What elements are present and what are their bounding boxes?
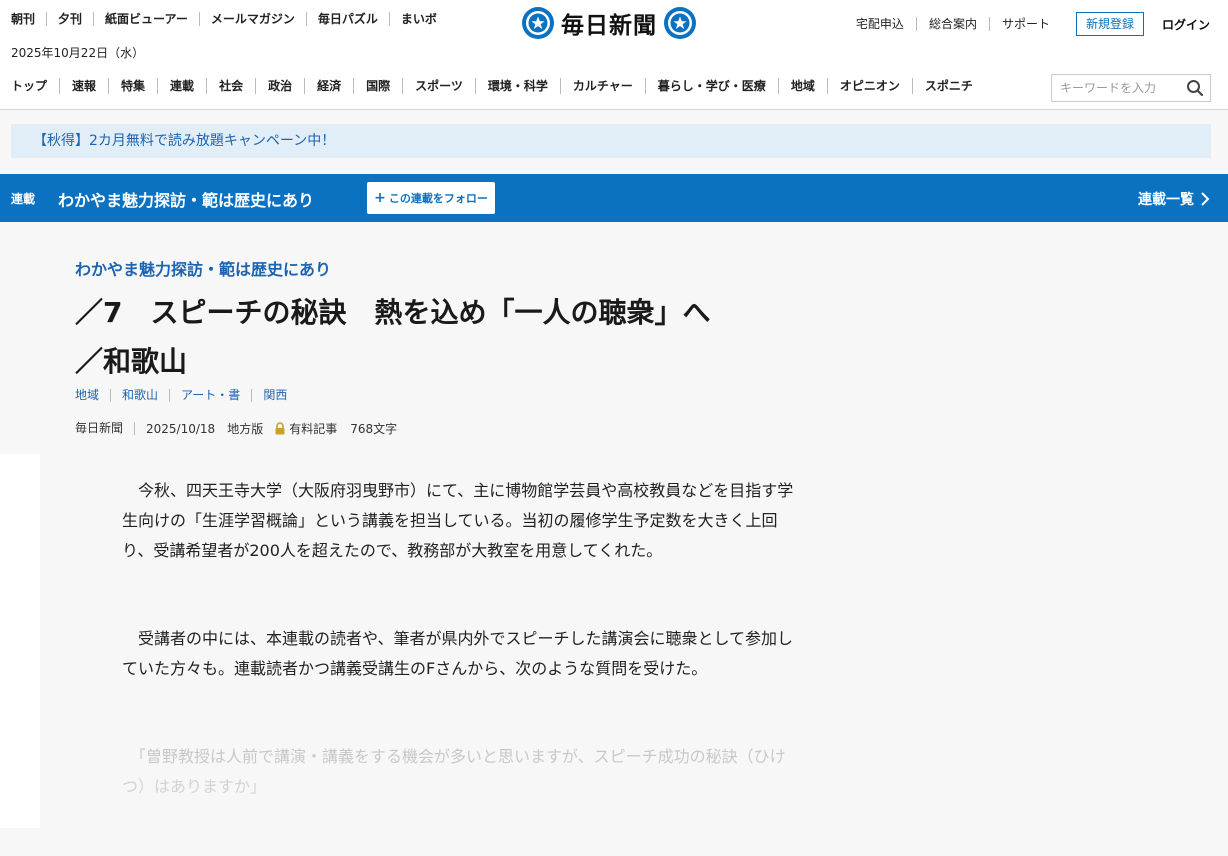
nav-item-life[interactable]: 暮らし・学び・医療 [644, 78, 778, 94]
series-list-link[interactable]: 連載一覧 [1138, 189, 1210, 209]
follow-series-button[interactable]: + この連載をフォロー [367, 182, 495, 214]
search-input[interactable] [1052, 75, 1178, 101]
tag-link[interactable]: アート・書 [169, 389, 251, 402]
series-tag: 連載 [11, 192, 36, 206]
nav-item-features[interactable]: 特集 [108, 78, 157, 94]
nav-item-sports[interactable]: スポーツ [402, 78, 475, 94]
util-link-delivery[interactable]: 宅配申込 [844, 17, 916, 31]
headline-line-1: ／7 スピーチの秘訣 熱を込め「一人の聴衆」へ [75, 296, 711, 329]
util-link-puzzle[interactable]: 毎日パズル [305, 12, 389, 26]
campaign-banner[interactable]: 【秋得】2カ月無料で読み放題キャンペーン中！ [11, 124, 1211, 158]
util-link-morning[interactable]: 朝刊 [0, 12, 46, 26]
chevron-right-icon [1201, 192, 1210, 206]
nav-item-economy[interactable]: 経済 [304, 78, 353, 94]
article-body: 今秋、四天王寺大学（大阪府羽曳野市）にて、主に博物館学芸員や高校教員などを目指す… [40, 454, 1228, 856]
nav-item-series[interactable]: 連載 [157, 78, 206, 94]
logo-emblem-icon [664, 7, 696, 39]
nav-item-sponichi[interactable]: スポニチ [911, 78, 985, 94]
current-date: 2025年10月22日（水） [11, 46, 145, 60]
nav-item-politics[interactable]: 政治 [255, 78, 304, 94]
article-paragraph-faded: 「曽野教授は人前で講演・講義をする機会が多いと思いますが、スピーチ成功の秘訣（ひ… [122, 747, 786, 796]
site-logo[interactable]: 毎日新聞 [521, 6, 697, 40]
login-button[interactable]: ログイン [1162, 16, 1210, 33]
nav-item-society[interactable]: 社会 [206, 78, 255, 94]
nav-item-culture[interactable]: カルチャー [559, 78, 645, 94]
headline-line-2: ／和歌山 [75, 345, 188, 378]
global-nav: トップ 速報 特集 連載 社会 政治 経済 国際 スポーツ 環境・科学 カルチャ… [0, 78, 985, 94]
search-icon[interactable] [1186, 79, 1204, 97]
article-kicker[interactable]: わかやま魅力探訪・範は歴史にあり [75, 256, 331, 280]
lock-icon [275, 422, 285, 435]
article-source: 毎日新聞 [75, 422, 136, 435]
util-link-evening[interactable]: 夕刊 [46, 12, 93, 26]
util-link-viewer[interactable]: 紙面ビューアー [93, 12, 199, 26]
series-bar: 連載 わかやま魅力探訪・範は歴史にあり + この連載をフォロー 連載一覧 [0, 174, 1228, 222]
logo-emblem-icon [522, 7, 554, 39]
follow-series-label: この連載をフォロー [388, 192, 488, 205]
util-link-mail[interactable]: メールマガジン [198, 12, 306, 26]
article-paragraph: 受講者の中には、本連載の読者や、筆者が県内外でスピーチした講演会に聴衆として参加… [122, 629, 794, 678]
series-list-label: 連載一覧 [1138, 192, 1194, 208]
utility-nav-right: 宅配申込 総合案内 サポート 新規登録 ログイン [844, 12, 1228, 36]
nav-item-local[interactable]: 地域 [777, 78, 827, 94]
utility-nav-left: 朝刊 夕刊 紙面ビューアー メールマガジン 毎日パズル まいボ [0, 12, 448, 26]
util-link-support[interactable]: サポート [988, 17, 1062, 31]
left-gutter [0, 454, 40, 828]
series-title[interactable]: わかやま魅力探訪・範は歴史にあり [58, 187, 314, 211]
site-header: 朝刊 夕刊 紙面ビューアー メールマガジン 毎日パズル まいボ 2025年10月… [0, 0, 1228, 110]
nav-item-top[interactable]: トップ [0, 78, 59, 94]
util-link-maibo[interactable]: まいボ [388, 12, 448, 26]
article-paragraph: 今秋、四天王寺大学（大阪府羽曳野市）にて、主に博物館学芸員や高校教員などを目指す… [122, 481, 794, 560]
tag-link[interactable]: 地域 [75, 389, 110, 402]
char-count: 768文字 [350, 422, 398, 436]
article-edition: 地方版 [227, 422, 264, 436]
article-tags: 地域 和歌山 アート・書 関西 [75, 389, 298, 402]
logo-text: 毎日新聞 [561, 12, 657, 39]
article-headline: ／7 スピーチの秘訣 熱を込め「一人の聴衆」へ ／和歌山 [75, 288, 855, 386]
nav-item-breaking[interactable]: 速報 [59, 78, 108, 94]
nav-item-world[interactable]: 国際 [353, 78, 402, 94]
tag-link[interactable]: 関西 [251, 389, 298, 402]
signup-button[interactable]: 新規登録 [1075, 12, 1144, 36]
util-link-guide[interactable]: 総合案内 [915, 17, 989, 31]
paid-label: 有料記事 [289, 422, 338, 436]
tag-link[interactable]: 和歌山 [110, 389, 169, 402]
plus-icon: + [374, 190, 386, 206]
article-meta: 毎日新聞 2025/10/18 地方版 有料記事 768文字 [75, 420, 397, 437]
search-box [1051, 74, 1211, 102]
nav-item-science[interactable]: 環境・科学 [474, 78, 560, 94]
article-date: 2025/10/18 [146, 421, 216, 436]
article-header: わかやま魅力探訪・範は歴史にあり ／7 スピーチの秘訣 熱を込め「一人の聴衆」へ… [0, 222, 1228, 454]
nav-item-opinion[interactable]: オピニオン [826, 78, 912, 94]
